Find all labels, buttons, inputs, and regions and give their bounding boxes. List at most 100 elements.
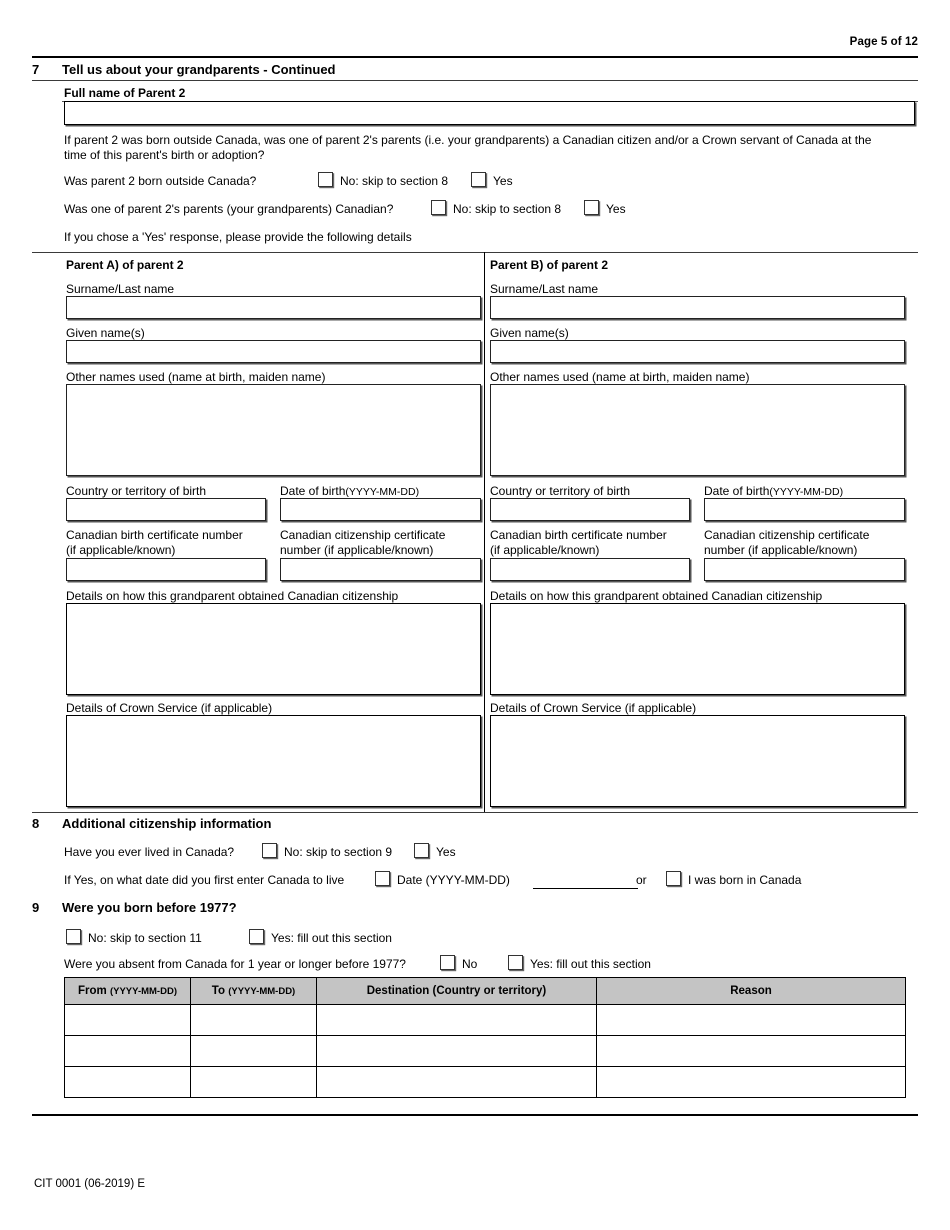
absences-cell-to[interactable]: [190, 1066, 317, 1098]
parent-a-dob-label: Date of birth: [280, 484, 346, 498]
absences-table: From (YYYY-MM-DD) To (YYYY-MM-DD) Destin…: [64, 977, 906, 1098]
q-first-entry-or-label: or: [636, 873, 647, 887]
absent-from-canada-no-checkbox[interactable]: [440, 955, 455, 970]
section-9-heading: 9 Were you born before 1977?: [32, 900, 918, 915]
absences-cell-destination[interactable]: [316, 1066, 597, 1098]
absences-cell-to[interactable]: [190, 1004, 317, 1036]
absences-cell-destination[interactable]: [316, 1035, 597, 1067]
parent-b-given-input[interactable]: [490, 340, 905, 363]
parent-b-birth-cert-label-line1: Canadian birth certificate number: [490, 528, 667, 542]
absences-col-destination: Destination (Country or territory): [316, 977, 597, 1005]
born-before-1977-no-label: No: skip to section 11: [88, 931, 202, 945]
section-7-rule: [32, 80, 918, 81]
grandparent-block-bottom-rule: [32, 812, 918, 813]
absences-col-reason-text: Reason: [730, 985, 772, 997]
parent-a-given-label: Given name(s): [66, 326, 145, 340]
parent-b-how-obtained-input[interactable]: [490, 603, 905, 695]
absences-cell-to[interactable]: [190, 1035, 317, 1067]
parent-a-birth-cert-label-line1: Canadian birth certificate number: [66, 528, 243, 542]
parent-b-birth-cert-label-line2: (if applicable/known): [490, 543, 600, 557]
absences-cell-reason[interactable]: [596, 1035, 906, 1067]
parent-a-country-input[interactable]: [66, 498, 266, 521]
if-yes-note: If you chose a 'Yes' response, please pr…: [64, 230, 412, 244]
born-before-1977-yes-checkbox[interactable]: [249, 929, 264, 944]
section-7-number: 7: [32, 62, 40, 77]
parent-a-other-names-input[interactable]: [66, 384, 481, 476]
born-before-1977-yes-label: Yes: fill out this section: [271, 931, 392, 945]
parent-b-citizenship-cert-label-line2: number (if applicable/known): [704, 543, 858, 557]
q-first-entry-date-format-label: Date (YYYY-MM-DD): [397, 873, 510, 887]
born-before-1977-no-checkbox[interactable]: [66, 929, 81, 944]
parent-b-citizenship-cert-label-line1: Canadian citizenship certificate: [704, 528, 870, 542]
parent-a-citizenship-cert-input[interactable]: [280, 558, 481, 581]
absences-cell-reason[interactable]: [596, 1004, 906, 1036]
parent-a-how-obtained-input[interactable]: [66, 603, 481, 695]
q-lived-in-canada-label: Have you ever lived in Canada?: [64, 845, 235, 859]
parent-b-how-obtained-label: Details on how this grandparent obtained…: [490, 589, 823, 603]
parent-b-surname-label: Surname/Last name: [490, 282, 599, 296]
parent-a-title: Parent A) of parent 2: [66, 258, 184, 272]
absences-cell-reason[interactable]: [596, 1066, 906, 1098]
table-row: [64, 1035, 906, 1067]
parent-b-other-names-input[interactable]: [490, 384, 905, 476]
full-name-parent2-label: Full name of Parent 2: [64, 86, 186, 100]
parent-b-citizenship-cert-input[interactable]: [704, 558, 905, 581]
parent-a-crown-service-input[interactable]: [66, 715, 481, 807]
parent-b-birth-cert-input[interactable]: [490, 558, 690, 581]
q-grandparents-canadian-no-checkbox[interactable]: [431, 200, 446, 215]
q-first-entry-date-label: If Yes, on what date did you first enter…: [64, 873, 345, 887]
parent-b-title: Parent B) of parent 2: [490, 258, 609, 272]
section-9-number: 9: [32, 900, 40, 915]
header-rule: [32, 56, 918, 58]
parent-a-birth-cert-input[interactable]: [66, 558, 266, 581]
q-parent2-born-outside-no-checkbox[interactable]: [318, 172, 333, 187]
section-8-number: 8: [32, 816, 40, 831]
q-born-in-canada-checkbox[interactable]: [666, 871, 681, 886]
section-7-intro-line1: If parent 2 was born outside Canada, was…: [64, 133, 872, 147]
absences-cell-from[interactable]: [64, 1004, 191, 1036]
full-name-parent2-input[interactable]: [64, 101, 915, 125]
parent-a-citizenship-cert-label-line2: number (if applicable/known): [280, 543, 434, 557]
q-first-entry-date-input[interactable]: [533, 888, 638, 889]
absences-col-from: From (YYYY-MM-DD): [64, 977, 191, 1005]
absences-cell-from[interactable]: [64, 1035, 191, 1067]
parent-b-other-names-label: Other names used (name at birth, maiden …: [490, 370, 750, 384]
absent-from-canada-yes-checkbox[interactable]: [508, 955, 523, 970]
section-7-title: Tell us about your grandparents - Contin…: [62, 62, 336, 77]
absences-col-to-text: To: [211, 985, 229, 997]
parent-b-country-label: Country or territory of birth: [490, 484, 631, 498]
table-row: [64, 1066, 906, 1098]
absent-from-canada-label: Were you absent from Canada for 1 year o…: [64, 957, 406, 971]
q-lived-in-canada-yes-checkbox[interactable]: [414, 843, 429, 858]
parent-a-dob-input[interactable]: [280, 498, 481, 521]
parent-a-country-label: Country or territory of birth: [66, 484, 207, 498]
parent-b-crown-service-label: Details of Crown Service (if applicable): [490, 701, 697, 715]
parent-a-surname-input[interactable]: [66, 296, 481, 319]
parent-a-other-names-label: Other names used (name at birth, maiden …: [66, 370, 326, 384]
q-grandparents-canadian-yes-checkbox[interactable]: [584, 200, 599, 215]
absences-cell-destination[interactable]: [316, 1004, 597, 1036]
grandparent-column-divider: [484, 252, 485, 812]
parent-a-given-input[interactable]: [66, 340, 481, 363]
parent-a-birth-cert-label-line2: (if applicable/known): [66, 543, 176, 557]
parent-a-dob-format: (YYYY-MM-DD): [345, 486, 420, 498]
parent-b-dob-label: Date of birth: [704, 484, 770, 498]
form-page: Page 5 of 12 7 Tell us about your grandp…: [0, 0, 950, 1230]
q-parent2-born-outside-yes-checkbox[interactable]: [471, 172, 486, 187]
form-code: CIT 0001 (06-2019) E: [34, 1178, 146, 1190]
section-8-heading: 8 Additional citizenship information: [32, 816, 918, 831]
parent-b-country-input[interactable]: [490, 498, 690, 521]
parent-b-surname-input[interactable]: [490, 296, 905, 319]
absences-col-to-format: (YYYY-MM-DD): [228, 986, 296, 997]
absences-col-from-format: (YYYY-MM-DD): [109, 986, 177, 997]
absences-cell-from[interactable]: [64, 1066, 191, 1098]
q-first-entry-date-checkbox[interactable]: [375, 871, 390, 886]
parent-b-crown-service-input[interactable]: [490, 715, 905, 807]
q-grandparents-canadian-yes-label: Yes: [606, 202, 626, 216]
parent-a-surname-label: Surname/Last name: [66, 282, 175, 296]
parent-b-dob-input[interactable]: [704, 498, 905, 521]
footer-rule: [32, 1114, 918, 1116]
q-lived-in-canada-no-checkbox[interactable]: [262, 843, 277, 858]
section-7-intro-line2: time of this parent's birth or adoption?: [64, 148, 265, 162]
section-9-title: Were you born before 1977?: [62, 900, 237, 915]
